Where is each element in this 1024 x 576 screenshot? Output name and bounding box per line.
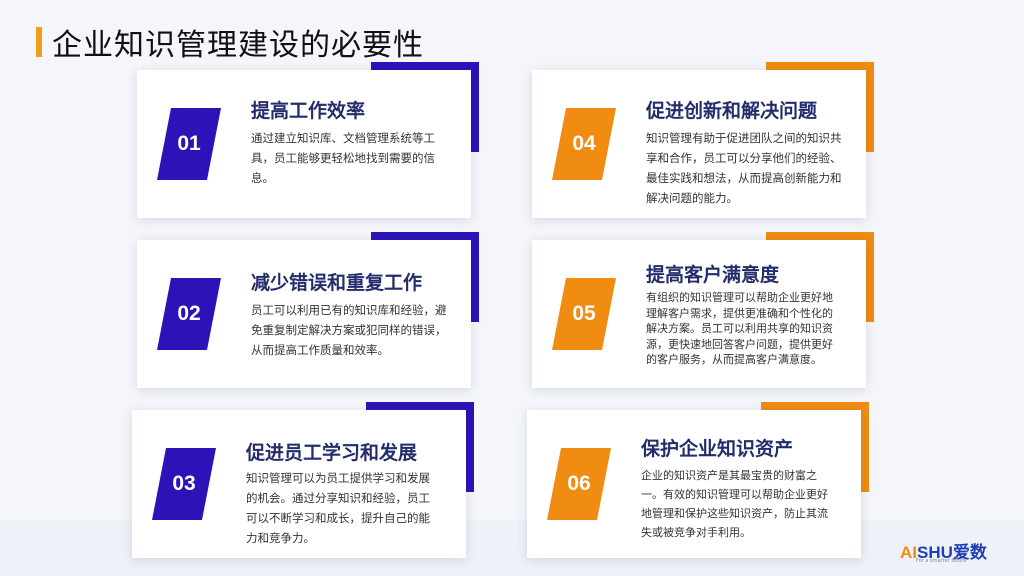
- card-02: 02 减少错误和重复工作 员工可以利用已有的知识库和经验，避免重复制定解决方案或…: [137, 232, 479, 388]
- number-badge: 01: [157, 108, 221, 180]
- logo-prefix: AI: [900, 543, 917, 562]
- card-06: 06 保护企业知识资产 企业的知识资产是其最宝贵的财富之一。有效的知识管理可以帮…: [527, 402, 869, 558]
- card-title: 保护企业知识资产: [641, 438, 794, 460]
- card-body: 05 提高客户满意度 有组织的知识管理可以帮助企业更好地理解客户需求，提供更准确…: [532, 240, 866, 388]
- logo-tagline: For a smarter future: [916, 558, 967, 564]
- card-04: 04 促进创新和解决问题 知识管理有助于促进团队之间的知识共享和合作，员工可以分…: [532, 62, 874, 218]
- card-title: 促进创新和解决问题: [646, 100, 818, 122]
- card-description: 知识管理有助于促进团队之间的知识共享和合作，员工可以分享他们的经验、最佳实践和想…: [646, 131, 842, 205]
- card-05: 05 提高客户满意度 有组织的知识管理可以帮助企业更好地理解客户需求，提供更准确…: [532, 232, 874, 388]
- card-body: 04 促进创新和解决问题 知识管理有助于促进团队之间的知识共享和合作，员工可以分…: [532, 70, 866, 218]
- card-body: 06 保护企业知识资产 企业的知识资产是其最宝贵的财富之一。有效的知识管理可以帮…: [527, 410, 861, 558]
- number-badge: 03: [152, 448, 216, 520]
- card-body: 03 促进员工学习和发展 知识管理可以为员工提供学习和发展的机会。通过分享知识和…: [132, 410, 466, 558]
- card-description: 员工可以利用已有的知识库和经验，避免重复制定解决方案或犯同样的错误，从而提高工作…: [251, 303, 447, 357]
- badge-number: 04: [572, 132, 596, 155]
- badge-number: 06: [567, 472, 591, 495]
- card-description: 企业的知识资产是其最宝贵的财富之一。有效的知识管理可以帮助企业更好地管理和保护这…: [641, 469, 828, 539]
- number-badge: 06: [547, 448, 611, 520]
- badge-number: 03: [172, 472, 196, 495]
- card-description: 有组织的知识管理可以帮助企业更好地理解客户需求，提供更准确和个性化的解决方案。员…: [646, 291, 833, 366]
- number-badge: 04: [552, 108, 616, 180]
- card-description: 知识管理可以为员工提供学习和发展的机会。通过分享知识和经验，员工可以不断学习和成…: [246, 471, 430, 545]
- aishu-logo: AISHU爱数 For a smarter future: [900, 538, 1010, 568]
- number-badge: 05: [552, 278, 616, 350]
- card-title: 减少错误和重复工作: [251, 272, 423, 294]
- card-body: 02 减少错误和重复工作 员工可以利用已有的知识库和经验，避免重复制定解决方案或…: [137, 240, 471, 388]
- card-title: 促进员工学习和发展: [246, 442, 418, 464]
- card-title: 提高工作效率: [251, 100, 366, 122]
- card-title: 提高客户满意度: [646, 264, 780, 286]
- number-badge: 02: [157, 278, 221, 350]
- card-03: 03 促进员工学习和发展 知识管理可以为员工提供学习和发展的机会。通过分享知识和…: [132, 402, 474, 558]
- badge-number: 01: [177, 132, 201, 155]
- badge-number: 05: [572, 302, 596, 325]
- title-accent-bar: [36, 27, 42, 57]
- badge-number: 02: [177, 302, 201, 325]
- card-01: 01 提高工作效率 通过建立知识库、文档管理系统等工具，员工能够更轻松地找到需要…: [137, 62, 479, 218]
- card-body: 01 提高工作效率 通过建立知识库、文档管理系统等工具，员工能够更轻松地找到需要…: [137, 70, 471, 218]
- page-title: 企业知识管理建设的必要性: [52, 28, 424, 63]
- card-description: 通过建立知识库、文档管理系统等工具，员工能够更轻松地找到需要的信息。: [251, 131, 435, 185]
